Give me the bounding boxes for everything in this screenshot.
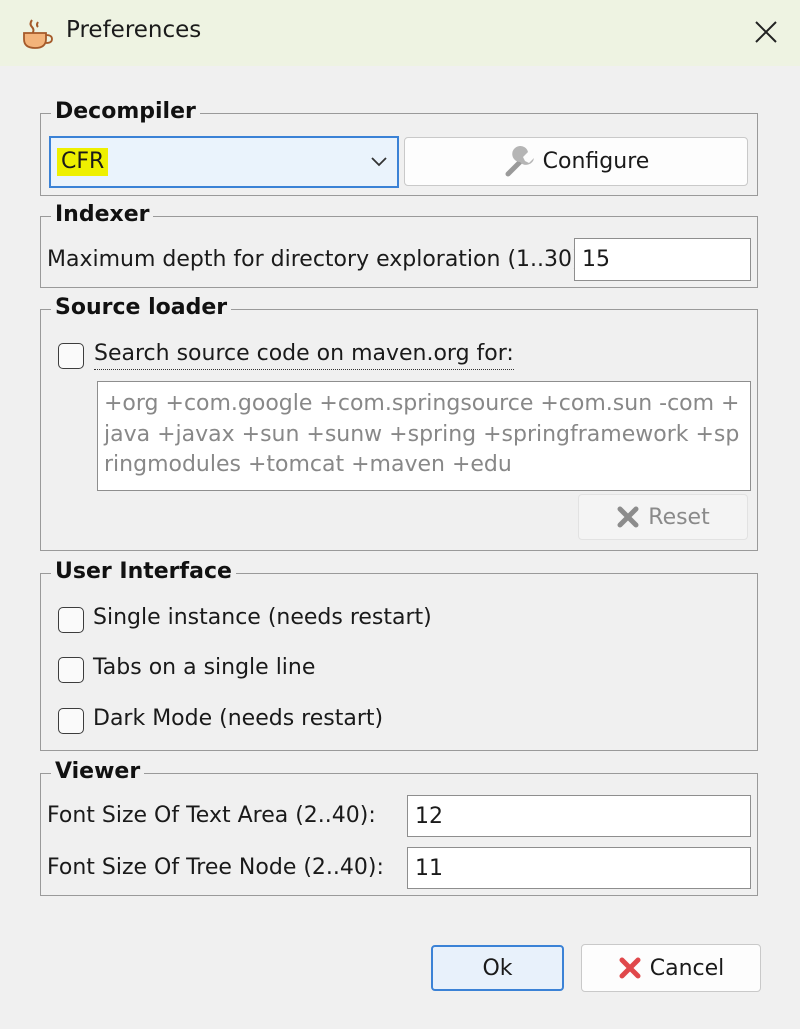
red-x-icon [619, 957, 641, 979]
max-depth-field[interactable]: 15 [574, 238, 751, 281]
close-icon[interactable] [748, 14, 784, 50]
configure-button[interactable]: Configure [404, 137, 748, 186]
source-loader-group-title: Source loader [51, 293, 232, 323]
ok-button-label: Ok [482, 955, 513, 981]
indexer-group-title: Indexer [51, 200, 154, 230]
max-depth-label: Maximum depth for directory exploration … [47, 247, 588, 272]
tabs-single-line-checkbox[interactable] [58, 657, 84, 683]
decompiler-group-title: Decompiler [51, 97, 200, 127]
maven-filters-textarea[interactable]: +org +com.google +com.springsource +com.… [97, 381, 751, 491]
viewer-group-title: Viewer [51, 757, 145, 787]
window-title: Preferences [66, 17, 202, 43]
search-maven-label[interactable]: Search source code on maven.org for: [94, 339, 514, 370]
cancel-button-label: Cancel [649, 955, 725, 981]
tree-node-font-size-label: Font Size Of Tree Node (2..40): [47, 855, 384, 880]
decompiler-select[interactable]: CFR [49, 136, 399, 188]
tabs-single-line-label: Tabs on a single line [93, 655, 316, 680]
coffee-cup-icon [23, 19, 53, 49]
title-bar: Preferences [0, 0, 800, 66]
text-area-font-size-label: Font Size Of Text Area (2..40): [47, 803, 376, 828]
dark-mode-label: Dark Mode (needs restart) [93, 706, 384, 731]
ok-button[interactable]: Ok [431, 945, 564, 991]
configure-button-label: Configure [542, 149, 650, 174]
dark-mode-checkbox[interactable] [58, 708, 84, 734]
single-instance-checkbox[interactable] [58, 607, 84, 633]
single-instance-label: Single instance (needs restart) [93, 605, 432, 630]
tree-node-font-size-field[interactable]: 11 [407, 847, 751, 889]
reset-button-label: Reset [648, 504, 710, 530]
x-icon [617, 506, 639, 528]
cancel-button[interactable]: Cancel [581, 944, 761, 992]
reset-button[interactable]: Reset [578, 494, 748, 540]
decompiler-selected-value: CFR [57, 148, 109, 176]
search-maven-checkbox[interactable] [58, 343, 84, 369]
chevron-down-icon [371, 157, 387, 167]
text-area-font-size-field[interactable]: 12 [407, 795, 751, 837]
wrench-icon [505, 145, 534, 176]
user-interface-group-title: User Interface [51, 557, 236, 587]
